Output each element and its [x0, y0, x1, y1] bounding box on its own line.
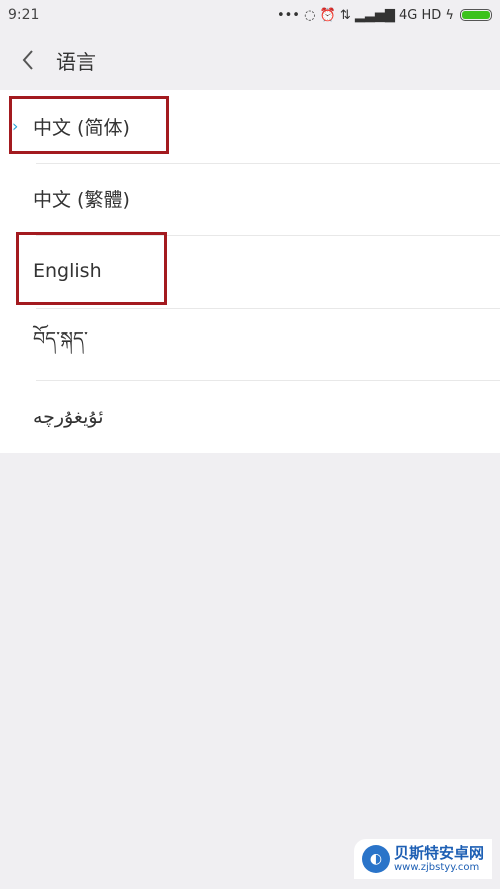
- battery-icon: [460, 9, 492, 21]
- language-label: ئۇيغۇرچە: [33, 405, 104, 428]
- chevron-left-icon: [22, 50, 33, 70]
- status-icons: ••• ◌ ⏰ ⇅ ▂▃▅▇ 4G HD ϟ: [276, 7, 454, 23]
- status-bar: 9:21 ••• ◌ ⏰ ⇅ ▂▃▅▇ 4G HD ϟ: [0, 0, 500, 30]
- language-item-uyghur[interactable]: ئۇيغۇرچە: [0, 380, 500, 453]
- header: 语言: [0, 30, 500, 90]
- language-item-zh-hant[interactable]: 中文 (繁體): [0, 162, 500, 236]
- shell-logo-icon: ◐: [361, 845, 390, 873]
- language-label: 中文 (繁體): [33, 189, 130, 212]
- language-item-tibetan[interactable]: བོད་སྐད་: [0, 307, 500, 381]
- page-title: 语言: [56, 49, 96, 74]
- highlight-box-english: [16, 232, 167, 305]
- watermark: ◐ 贝斯特安卓网 www.zjbstyy.com: [353, 839, 492, 879]
- watermark-url: www.zjbstyy.com: [393, 861, 480, 873]
- watermark-name: 贝斯特安卓网: [393, 843, 484, 862]
- status-time: 9:21: [8, 7, 40, 23]
- language-label: བོད་སྐད་: [33, 328, 88, 351]
- back-button[interactable]: [0, 30, 56, 90]
- highlight-box-chinese-simplified: [9, 96, 169, 154]
- status-indicators: ••• ◌ ⏰ ⇅ ▂▃▅▇ 4G HD ϟ: [277, 8, 492, 23]
